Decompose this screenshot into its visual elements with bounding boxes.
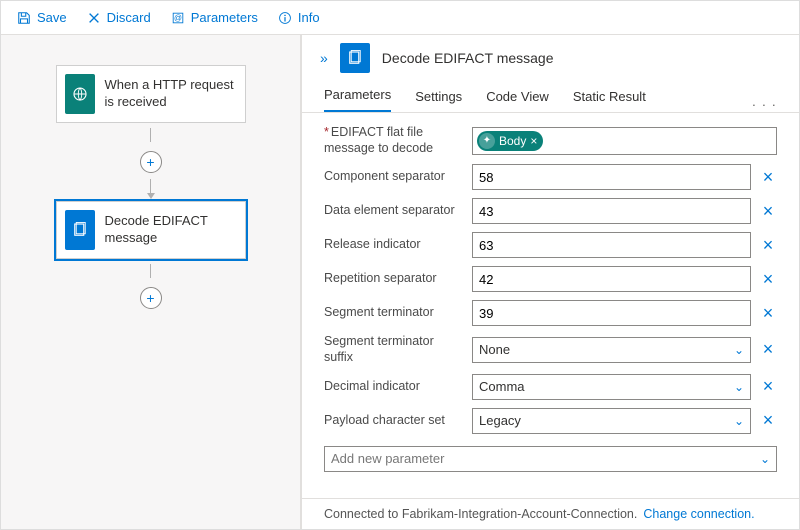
add-new-parameter-label: Add new parameter [331, 451, 444, 466]
select-segment-terminator-suffix-value: None [479, 342, 510, 357]
label-repetition-separator: Repetition separator [324, 271, 464, 287]
clear-repetition-separator[interactable]: × [759, 269, 777, 290]
save-button[interactable]: Save [9, 6, 75, 29]
panel-action-icon [340, 43, 370, 73]
row-add-new-parameter: Add new parameter ⌄ [324, 446, 777, 472]
row-segment-terminator: Segment terminator × [324, 300, 777, 326]
collapse-panel-icon[interactable]: » [320, 50, 328, 66]
chevron-down-icon: ⌄ [760, 452, 770, 466]
label-decimal-indicator: Decimal indicator [324, 379, 464, 395]
body-token-pill[interactable]: ✦ Body × [477, 131, 543, 151]
tab-overflow-button[interactable]: · · · [752, 97, 777, 112]
connector-3 [150, 259, 151, 283]
panel-header: » Decode EDIFACT message [302, 35, 799, 81]
trigger-node[interactable]: When a HTTP request is received [56, 65, 246, 123]
clear-decimal-indicator[interactable]: × [759, 376, 777, 397]
connection-status-text: Connected to Fabrikam-Integration-Accoun… [324, 507, 637, 521]
tab-code-view[interactable]: Code View [486, 89, 549, 112]
row-segment-terminator-suffix: Segment terminator suffix None ⌄ × [324, 334, 777, 365]
parameters-button[interactable]: @ Parameters [163, 6, 266, 29]
row-flat-file: *EDIFACT flat file message to decode ✦ B… [324, 125, 777, 156]
parameters-body: *EDIFACT flat file message to decode ✦ B… [302, 113, 799, 498]
row-data-element-separator: Data element separator × [324, 198, 777, 224]
panel-tabs: Parameters Settings Code View Static Res… [302, 81, 799, 113]
body-token-label: Body [499, 134, 526, 148]
trigger-title: When a HTTP request is received [105, 77, 237, 111]
details-panel: » Decode EDIFACT message Parameters Sett… [301, 35, 799, 529]
edifact-action-icon [65, 210, 95, 250]
row-component-separator: Component separator × [324, 164, 777, 190]
input-release-indicator[interactable] [472, 232, 751, 258]
chevron-down-icon: ⌄ [734, 343, 744, 357]
parameters-label: Parameters [191, 10, 258, 25]
chevron-down-icon: ⌄ [734, 380, 744, 394]
info-button[interactable]: Info [270, 6, 328, 29]
label-segment-terminator-suffix: Segment terminator suffix [324, 334, 464, 365]
input-component-separator[interactable] [472, 164, 751, 190]
svg-text:@: @ [174, 13, 182, 22]
input-repetition-separator[interactable] [472, 266, 751, 292]
tab-settings[interactable]: Settings [415, 89, 462, 112]
discard-label: Discard [107, 10, 151, 25]
designer-canvas[interactable]: When a HTTP request is received + Decode… [1, 35, 301, 529]
panel-footer: Connected to Fabrikam-Integration-Accoun… [302, 498, 799, 529]
select-add-new-parameter[interactable]: Add new parameter ⌄ [324, 446, 777, 472]
top-toolbar: Save Discard @ Parameters Info [1, 1, 799, 35]
row-repetition-separator: Repetition separator × [324, 266, 777, 292]
row-decimal-indicator: Decimal indicator Comma ⌄ × [324, 374, 777, 400]
clear-segment-terminator-suffix[interactable]: × [759, 339, 777, 360]
info-label: Info [298, 10, 320, 25]
discard-button[interactable]: Discard [79, 6, 159, 29]
select-payload-charset[interactable]: Legacy ⌄ [472, 408, 751, 434]
connector-1 [150, 123, 151, 147]
label-payload-charset: Payload character set [324, 413, 464, 429]
select-segment-terminator-suffix[interactable]: None ⌄ [472, 337, 751, 363]
row-payload-charset: Payload character set Legacy ⌄ × [324, 408, 777, 434]
tab-static-result[interactable]: Static Result [573, 89, 646, 112]
clear-payload-charset[interactable]: × [759, 410, 777, 431]
flat-file-input[interactable]: ✦ Body × [472, 127, 777, 155]
action-title: Decode EDIFACT message [105, 213, 237, 247]
change-connection-link[interactable]: Change connection. [643, 507, 754, 521]
save-icon [17, 11, 31, 25]
input-segment-terminator[interactable] [472, 300, 751, 326]
select-decimal-indicator-value: Comma [479, 379, 525, 394]
clear-data-element-separator[interactable]: × [759, 201, 777, 222]
clear-segment-terminator[interactable]: × [759, 303, 777, 324]
label-segment-terminator: Segment terminator [324, 305, 464, 321]
row-release-indicator: Release indicator × [324, 232, 777, 258]
info-icon [278, 11, 292, 25]
label-flat-file: *EDIFACT flat file message to decode [324, 125, 464, 156]
connector-2 [150, 177, 151, 201]
parameters-icon: @ [171, 11, 185, 25]
select-payload-charset-value: Legacy [479, 413, 521, 428]
label-release-indicator: Release indicator [324, 237, 464, 253]
select-decimal-indicator[interactable]: Comma ⌄ [472, 374, 751, 400]
clear-release-indicator[interactable]: × [759, 235, 777, 256]
label-data-element-separator: Data element separator [324, 203, 464, 219]
clear-component-separator[interactable]: × [759, 167, 777, 188]
add-step-button-1[interactable]: + [140, 151, 162, 173]
http-trigger-icon [65, 74, 95, 114]
body-token-remove[interactable]: × [530, 134, 537, 148]
chevron-down-icon: ⌄ [734, 414, 744, 428]
add-step-button-2[interactable]: + [140, 287, 162, 309]
body-token-icon: ✦ [479, 133, 495, 149]
tab-parameters[interactable]: Parameters [324, 87, 391, 112]
panel-title: Decode EDIFACT message [382, 50, 554, 66]
discard-icon [87, 11, 101, 25]
action-node-decode-edifact[interactable]: Decode EDIFACT message [56, 201, 246, 259]
label-component-separator: Component separator [324, 169, 464, 185]
input-data-element-separator[interactable] [472, 198, 751, 224]
save-label: Save [37, 10, 67, 25]
